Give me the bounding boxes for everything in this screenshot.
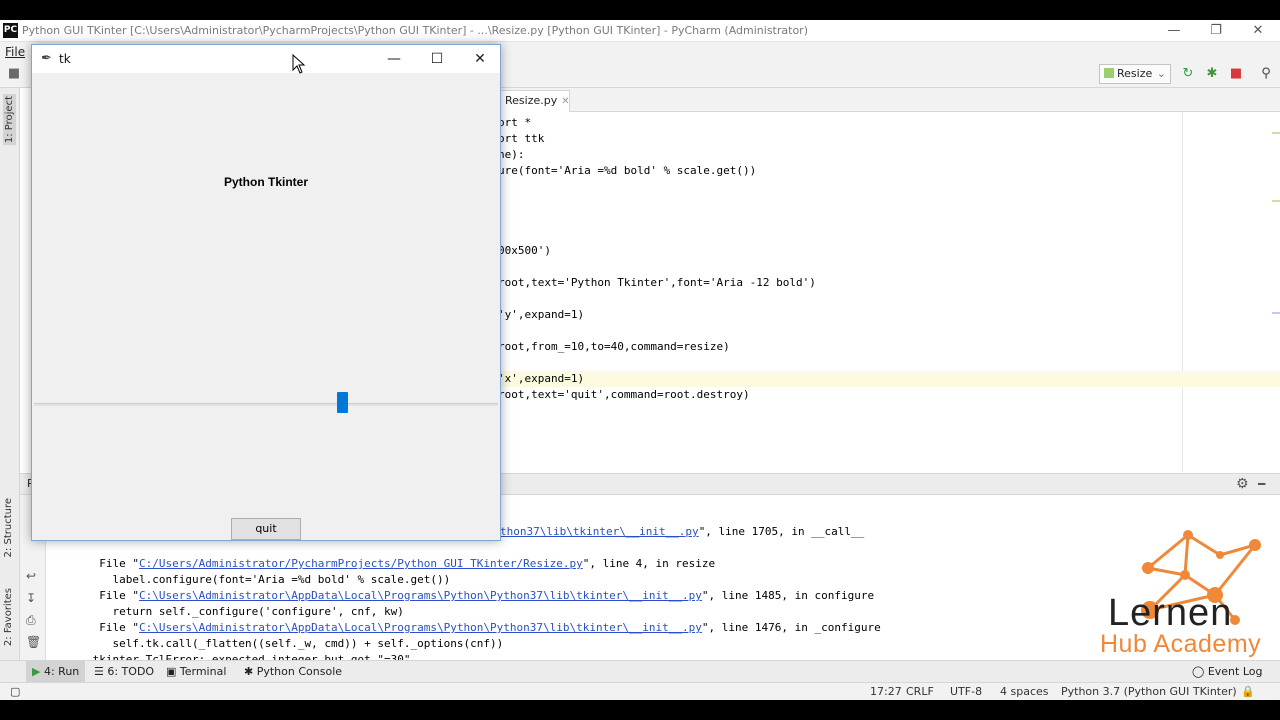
- close-tab-icon[interactable]: ✕: [561, 96, 569, 107]
- tab-run[interactable]: ▶ 4: Run: [26, 661, 86, 683]
- tab-structure[interactable]: 2: Structure: [3, 498, 14, 557]
- trash-icon[interactable]: 🗑: [26, 635, 41, 649]
- file-encoding[interactable]: UTF-8: [950, 683, 982, 700]
- tab-python-console[interactable]: ✱ Python Console: [238, 661, 348, 683]
- tk-maximize-button[interactable]: ☐: [415, 45, 459, 73]
- gear-icon[interactable]: ⚙: [1236, 476, 1249, 492]
- status-bar: ▢ 17:27 CRLF UTF-8 4 spaces Python 3.7 (…: [0, 682, 1280, 700]
- editor-tab-bar: Resize.py ✕: [500, 88, 1280, 112]
- ide-minimize-button[interactable]: —: [1152, 20, 1196, 42]
- feather-icon: ✒: [41, 51, 52, 66]
- terminal-icon: ▣: [166, 665, 180, 678]
- stop-icon[interactable]: ■: [1228, 66, 1244, 82]
- code-line: ort *: [498, 116, 532, 129]
- tab-terminal[interactable]: ▣ Terminal: [160, 661, 232, 683]
- logo-text-lernen: Lernen: [1108, 592, 1233, 634]
- ide-title-bar: PC Python GUI TKinter [C:\Users\Administ…: [0, 20, 1280, 42]
- run-config-select[interactable]: Resize ⌄: [1099, 64, 1171, 84]
- logo-text-hub-academy: Hub Academy: [1100, 630, 1262, 658]
- event-log-icon: ◯: [1192, 665, 1208, 678]
- search-icon[interactable]: ⚲: [1258, 66, 1274, 82]
- screen: PC Python GUI TKinter [C:\Users\Administ…: [0, 20, 1280, 700]
- line-separator[interactable]: CRLF: [906, 683, 934, 700]
- quit-button[interactable]: quit: [231, 518, 301, 540]
- code-line: ort ttk: [498, 132, 545, 145]
- code-line: 00x500'): [498, 244, 551, 257]
- console-line: self.tk.call(_flatten((self._w, cmd)) + …: [86, 637, 504, 650]
- chevron-down-icon: ⌄: [1156, 67, 1166, 80]
- tab-label: Resize.py: [505, 94, 558, 107]
- tk-label: Python Tkinter: [223, 175, 308, 189]
- debug-icon[interactable]: ✱: [1204, 66, 1220, 82]
- python-console-icon: ✱: [244, 665, 257, 678]
- tool-window-tabs: ▶ 4: Run ☰ 6: TODO ▣ Terminal ✱ Python C…: [0, 660, 1280, 683]
- folder-icon[interactable]: ■: [6, 66, 22, 82]
- tab-project[interactable]: 1: Project: [3, 94, 16, 146]
- code-line: 'y',expand=1): [498, 308, 585, 321]
- console-line: File "C:/Users/Administrator/PycharmProj…: [86, 557, 716, 570]
- font-size-scale[interactable]: [34, 403, 498, 406]
- console-link[interactable]: thon37\lib\tkinter\__init__.py: [500, 525, 699, 538]
- interpreter-select[interactable]: Python 3.7 (Python GUI TKinter): [1061, 683, 1237, 700]
- tk-minimize-button[interactable]: —: [372, 45, 416, 73]
- caret-position[interactable]: 17:27: [870, 683, 902, 700]
- lock-icon[interactable]: 🔒: [1241, 683, 1255, 700]
- console-line: label.configure(font='Aria =%d bold' % s…: [86, 573, 451, 586]
- print-icon[interactable]: ⎙: [26, 613, 36, 628]
- console-line: File "C:\Users\Administrator\AppData\Loc…: [86, 589, 875, 602]
- menu-file[interactable]: File: [5, 45, 25, 59]
- code-line-current: 'x',expand=1): [498, 371, 1280, 387]
- hide-panel-icon[interactable]: ━: [1258, 477, 1265, 491]
- tab-todo[interactable]: ☰ 6: TODO: [88, 661, 160, 683]
- console-link[interactable]: C:\Users\Administrator\AppData\Local\Pro…: [139, 621, 702, 634]
- tk-title-bar[interactable]: ✒ tk — ☐ ✕: [32, 45, 500, 73]
- rerun-icon[interactable]: ↻: [1180, 66, 1196, 82]
- right-margin-guide: [1182, 112, 1183, 472]
- soft-wrap-icon[interactable]: ↩: [26, 569, 36, 583]
- scale-slider-handle[interactable]: [337, 392, 348, 413]
- scroll-to-end-icon[interactable]: ↧: [26, 591, 36, 605]
- pycharm-logo-icon: PC: [3, 23, 18, 38]
- code-line: root,text='Python Tkinter',font='Aria -1…: [498, 276, 816, 289]
- ide-window-title: Python GUI TKinter [C:\Users\Administrat…: [22, 24, 808, 37]
- run-icon: ▶: [32, 665, 44, 678]
- tk-window[interactable]: ✒ tk — ☐ ✕ Python Tkinter quit: [31, 44, 501, 541]
- tab-favorites[interactable]: 2: Favorites: [3, 588, 14, 646]
- python-icon: [1104, 68, 1114, 78]
- run-config-label: Resize: [1117, 67, 1153, 80]
- console-line: File "C:\Users\Administrator\AppData\Loc…: [86, 621, 881, 634]
- code-line: root,from_=10,to=40,command=resize): [498, 340, 730, 353]
- console-line: thon37\lib\tkinter\__init__.py", line 17…: [500, 525, 865, 538]
- code-line: ne):: [498, 148, 525, 161]
- editor-scrollbar[interactable]: [1272, 112, 1280, 472]
- left-tool-strip: 1: Project 2: Structure 2: Favorites: [0, 88, 20, 678]
- ide-close-button[interactable]: ✕: [1236, 20, 1280, 42]
- indent-setting[interactable]: 4 spaces: [1000, 683, 1049, 700]
- todo-icon: ☰: [94, 665, 108, 678]
- console-line: return self._configure('configure', cnf,…: [86, 605, 404, 618]
- tab-event-log[interactable]: ◯ Event Log: [1186, 661, 1268, 683]
- console-link[interactable]: C:\Users\Administrator\AppData\Local\Pro…: [139, 589, 702, 602]
- ide-restore-button[interactable]: ❐: [1194, 20, 1238, 42]
- code-line: root,text='quit',command=root.destroy): [498, 388, 750, 401]
- tk-window-title: tk: [59, 52, 71, 66]
- tk-close-button[interactable]: ✕: [458, 45, 502, 73]
- console-link[interactable]: C:/Users/Administrator/PycharmProjects/P…: [139, 557, 583, 570]
- tab-resize-py[interactable]: Resize.py ✕: [500, 90, 570, 112]
- mouse-cursor-icon: [292, 54, 306, 74]
- code-line: ure(font='Aria =%d bold' % scale.get()): [498, 164, 757, 177]
- layout-icon[interactable]: ▢: [10, 683, 20, 700]
